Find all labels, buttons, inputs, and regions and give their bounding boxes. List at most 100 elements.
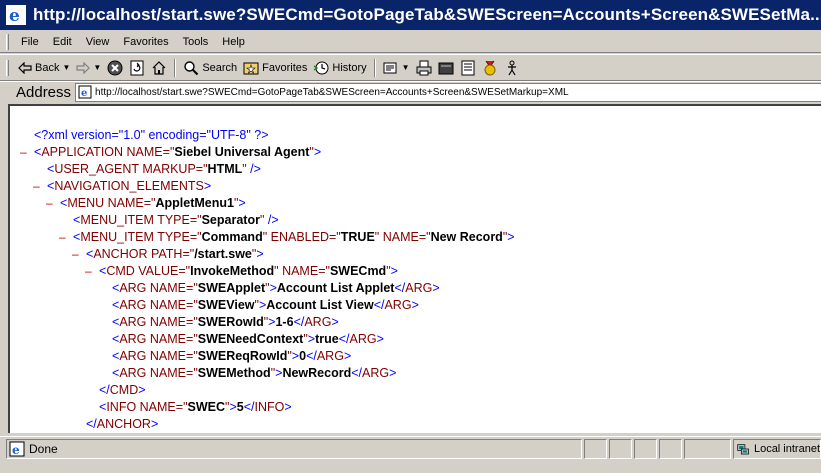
forward-dropdown-icon[interactable]: ▼: [93, 63, 101, 72]
xml-text-content: Account List View: [266, 298, 374, 312]
mail-dropdown-icon[interactable]: ▼: [402, 63, 410, 72]
edit-icon: [438, 62, 454, 74]
menu-edit[interactable]: Edit: [47, 36, 80, 48]
svg-text:e: e: [12, 443, 20, 457]
xml-bracket: </: [351, 366, 362, 380]
xml-attr-eq: =": [418, 230, 431, 244]
xml-attr-value: Command: [201, 230, 263, 244]
medal-button[interactable]: [479, 57, 501, 79]
xml-bracket: >: [238, 196, 246, 210]
collapse-toggle[interactable]: –: [46, 195, 53, 212]
xml-attr-value: SWENeedContext: [197, 332, 304, 346]
svg-text:e: e: [81, 88, 87, 99]
xml-attr-eq: =": [329, 230, 341, 244]
xml-line: <USER_AGENT MARKUP="HTML" />: [47, 161, 261, 178]
xml-attr-name: NAME: [149, 366, 187, 380]
security-zone-label: Local intranet: [753, 442, 820, 455]
history-button[interactable]: History: [310, 57, 369, 79]
history-icon: [314, 61, 329, 74]
address-input[interactable]: e http://localhost/start.swe?SWECmd=Goto…: [75, 82, 821, 102]
xml-bracket: >: [284, 400, 292, 414]
favorites-button[interactable]: Favorites: [240, 57, 310, 79]
xml-line: <INFO NAME="SWEC">5</INFO>: [99, 399, 292, 416]
xml-tag-name: APPLICATION: [41, 145, 124, 159]
toolbar-grip[interactable]: [6, 59, 9, 76]
xml-attr-value: AppletMenu1: [155, 196, 234, 210]
xml-tag-name: CMD: [106, 264, 135, 278]
forward-button[interactable]: ▼: [73, 57, 104, 79]
menu-view[interactable]: View: [80, 36, 118, 48]
xml-attr-name: NAME: [382, 230, 419, 244]
xml-tag-name: INFO: [106, 400, 137, 414]
xml-attr-eq: =": [175, 400, 188, 414]
xml-bracket: >: [331, 315, 339, 329]
xml-close-tag-name: ARG: [304, 315, 332, 329]
collapse-toggle[interactable]: –: [33, 178, 40, 195]
xml-attr-name: TYPE: [157, 213, 190, 227]
internet-explorer-icon: e: [6, 5, 26, 26]
search-icon: [184, 60, 199, 75]
xml-tag-name: ARG: [119, 366, 147, 380]
discuss-button[interactable]: [457, 57, 479, 79]
xml-attr-value: New Record: [430, 230, 503, 244]
xml-line: </CMD>: [99, 382, 146, 399]
refresh-button[interactable]: [126, 57, 148, 79]
xml-line: <MENU_ITEM TYPE="Command" ENABLED="TRUE"…: [73, 229, 515, 246]
xml-attr-name: ENABLED: [270, 230, 329, 244]
xml-document-view: <?xml version="1.0" encoding="UTF-8" ?> …: [8, 104, 821, 433]
xml-tag-name: MENU_ITEM: [80, 230, 154, 244]
xml-bracket: >: [376, 332, 384, 346]
menu-help[interactable]: Help: [216, 36, 253, 48]
collapse-toggle[interactable]: –: [20, 144, 27, 161]
favorites-label: Favorites: [262, 61, 308, 74]
edit-button[interactable]: [435, 57, 457, 79]
menu-favorites[interactable]: Favorites: [117, 36, 176, 48]
xml-attr-value: SWEC: [187, 400, 226, 414]
xml-tag-name: ARG: [119, 349, 147, 363]
xml-attr-value: Separator: [201, 213, 260, 227]
xml-attr-name: VALUE: [138, 264, 179, 278]
back-dropdown-icon[interactable]: ▼: [62, 63, 70, 72]
xml-attr-name: TYPE: [157, 230, 190, 244]
collapse-toggle[interactable]: –: [59, 229, 66, 246]
menubar-grip[interactable]: [6, 33, 9, 50]
search-button[interactable]: Search: [180, 57, 240, 79]
svg-text:e: e: [9, 6, 20, 26]
xml-attr-value: SWEView: [197, 298, 255, 312]
status-pane-1: [584, 438, 607, 459]
messenger-button[interactable]: [501, 57, 523, 79]
xml-attr-value: InvokeMethod: [190, 264, 275, 278]
collapse-toggle[interactable]: –: [85, 263, 92, 280]
toolbar-separator: [373, 58, 376, 77]
collapse-toggle[interactable]: –: [72, 246, 79, 263]
xml-bracket: >: [150, 417, 159, 431]
xml-attr-quote: ": [274, 264, 279, 278]
menu-tools[interactable]: Tools: [177, 36, 217, 48]
xml-bracket: </: [99, 383, 110, 397]
print-icon: [416, 60, 432, 75]
xml-bracket: </: [373, 298, 385, 312]
menu-file[interactable]: File: [15, 36, 47, 48]
menu-bar: File Edit View Favorites Tools Help: [0, 31, 821, 53]
xml-attr-eq: =": [186, 281, 198, 295]
security-zone: Local intranet: [733, 438, 821, 459]
xml-bracket: >: [343, 349, 352, 363]
xml-attr-value: SWECmd: [329, 264, 387, 278]
xml-line: <APPLICATION NAME="Siebel Universal Agen…: [34, 144, 321, 161]
page-done-icon: e: [9, 441, 25, 457]
xml-tag-name: MENU_ITEM: [80, 213, 154, 227]
home-button[interactable]: [148, 57, 170, 79]
xml-attr-value: TRUE: [340, 230, 375, 244]
xml-line: <ARG NAME="SWEMethod">NewRecord</ARG>: [112, 365, 396, 382]
xml-tag-name: ARG: [119, 281, 147, 295]
xml-line: <ARG NAME="SWEView">Account List View</A…: [112, 297, 419, 314]
xml-attr-eq: =": [186, 366, 198, 380]
xml-attr-eq: =": [143, 196, 156, 210]
mail-button[interactable]: ▼: [380, 57, 413, 79]
print-button[interactable]: [413, 57, 435, 79]
xml-close-tag-name: INFO: [254, 400, 285, 414]
xml-bracket: >: [507, 230, 515, 244]
xml-declaration: <?xml version="1.0" encoding="UTF-8" ?>: [34, 128, 269, 142]
back-button[interactable]: Back ▼: [15, 57, 73, 79]
stop-button[interactable]: [104, 57, 126, 79]
